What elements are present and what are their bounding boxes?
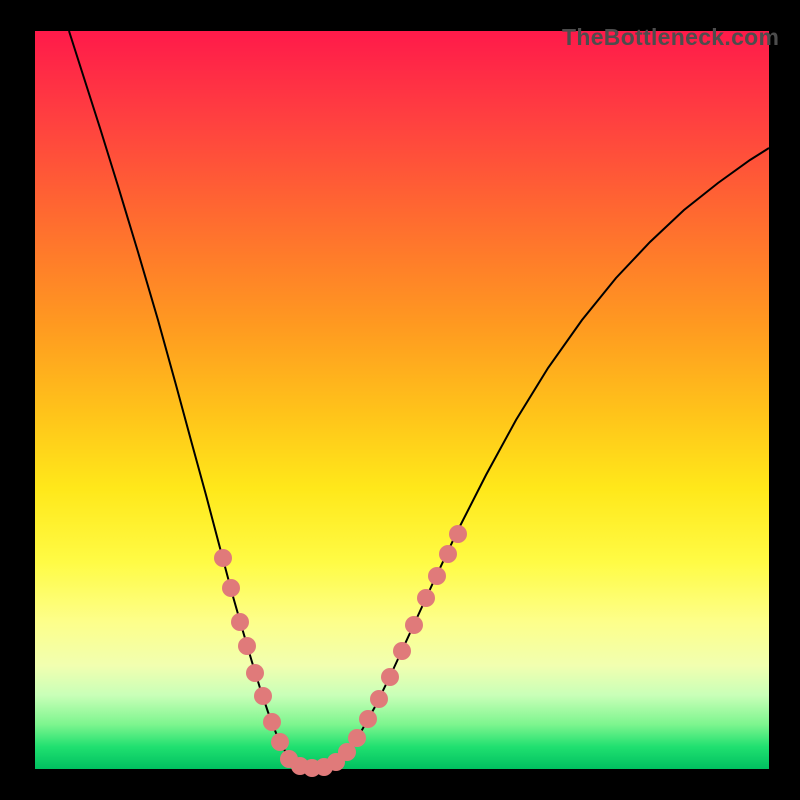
marker-dot [271, 733, 289, 751]
marker-dots-right-group [338, 525, 467, 761]
marker-dots-left-group [214, 549, 345, 777]
marker-dot [359, 710, 377, 728]
marker-dot [348, 729, 366, 747]
marker-dot [222, 579, 240, 597]
marker-dot [246, 664, 264, 682]
chart-frame: TheBottleneck.com [0, 0, 800, 800]
marker-dot [417, 589, 435, 607]
bottleneck-curve-path [69, 31, 769, 768]
marker-dot [439, 545, 457, 563]
marker-dot [254, 687, 272, 705]
marker-dot [381, 668, 399, 686]
marker-dot [370, 690, 388, 708]
chart-svg-layer [0, 0, 800, 800]
marker-dot [449, 525, 467, 543]
marker-dot [231, 613, 249, 631]
marker-dot [214, 549, 232, 567]
marker-dot [393, 642, 411, 660]
marker-dot [428, 567, 446, 585]
marker-dot [238, 637, 256, 655]
marker-dot [263, 713, 281, 731]
marker-dot [405, 616, 423, 634]
